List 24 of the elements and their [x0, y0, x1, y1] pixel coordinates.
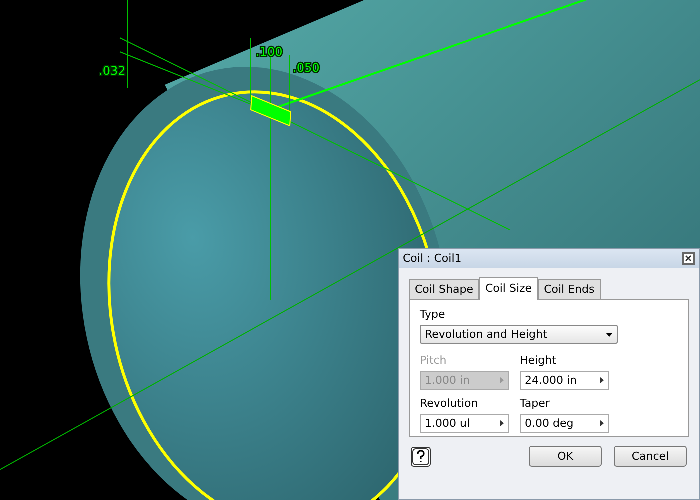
- field-label: Pitch: [420, 354, 448, 367]
- spin-arrow-icon[interactable]: [500, 420, 504, 427]
- spin-arrow-icon[interactable]: [600, 377, 604, 384]
- field-label: Height: [520, 354, 558, 367]
- tab[interactable]: Coil Shape: [409, 279, 480, 299]
- tab[interactable]: Coil Ends: [538, 279, 601, 299]
- type-dropdown[interactable]: Revolution and Height: [420, 325, 618, 344]
- close-icon[interactable]: [682, 252, 695, 265]
- dialog-button[interactable]: OK: [529, 446, 602, 467]
- input-field[interactable]: 24.000 in: [520, 371, 609, 390]
- input-field[interactable]: 0.00 deg: [520, 414, 609, 433]
- help-icon[interactable]: [411, 446, 431, 466]
- dialog-button[interactable]: Cancel: [614, 446, 687, 467]
- dimension-label: .050: [293, 61, 320, 75]
- dimension-label: .032: [99, 64, 126, 78]
- dialog-title: Coil : Coil1: [403, 252, 462, 265]
- dropdown-arrow-icon: [606, 332, 613, 336]
- input-field[interactable]: 1.000 ul: [420, 414, 509, 433]
- field-label: Taper: [520, 397, 551, 410]
- tab[interactable]: Coil Size: [479, 277, 538, 300]
- spin-arrow-icon[interactable]: [600, 420, 604, 427]
- dimension-label: .100: [256, 45, 283, 59]
- type-label: Type: [420, 308, 446, 321]
- field-label: Revolution: [420, 397, 480, 410]
